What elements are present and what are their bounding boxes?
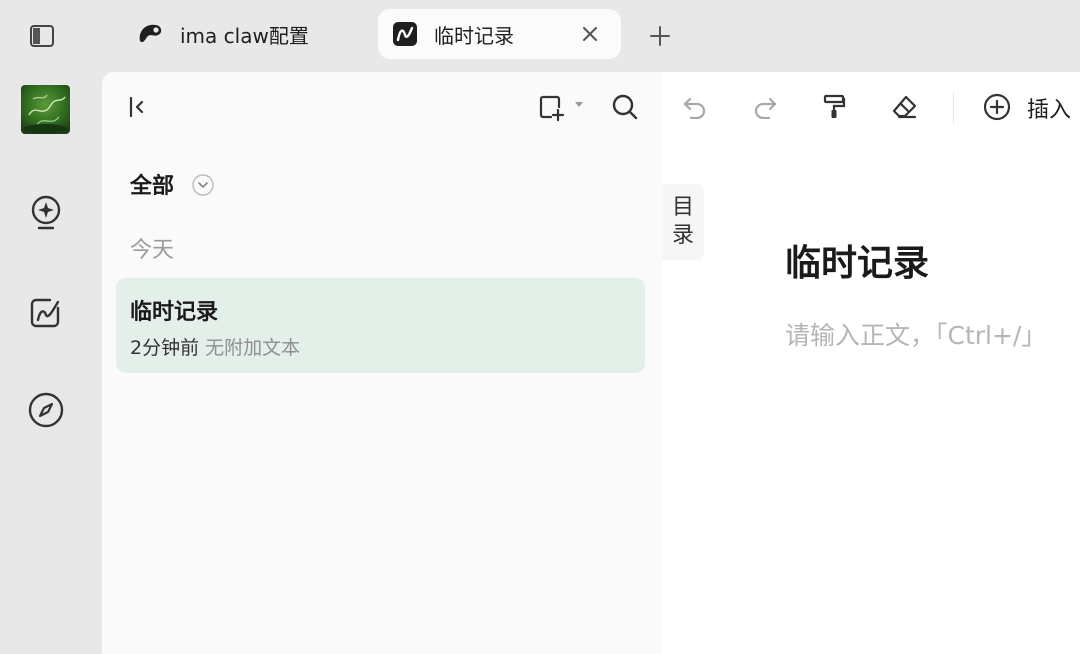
filter-label: 全部 <box>130 174 175 199</box>
toolbar-divider <box>953 92 954 124</box>
ima-logo-icon <box>136 21 164 47</box>
note-edit-icon[interactable] <box>27 293 65 331</box>
lightbulb-icon[interactable] <box>27 193 65 235</box>
filter-dropdown[interactable]: 全部 <box>130 168 174 200</box>
note-time: 2分钟前 <box>130 337 200 359</box>
avatar[interactable] <box>21 85 70 134</box>
note-list-item[interactable]: 临时记录 2分钟前 无附加文本 <box>116 278 645 373</box>
note-meta: 2分钟前 无附加文本 <box>130 333 300 360</box>
note-app-icon <box>392 21 418 47</box>
redo-icon[interactable] <box>750 92 780 122</box>
tab-temp-notes[interactable]: 临时记录 <box>378 9 621 59</box>
plus-icon[interactable] <box>646 22 674 50</box>
tab-label: ima claw配置 <box>180 23 309 48</box>
notes-sidebar: 全部 今天 临时记录 2分钟前 无附加文本 <box>102 72 662 654</box>
eraser-icon[interactable] <box>888 92 920 122</box>
chevron-down-icon[interactable] <box>191 173 215 197</box>
toc-label: 目 <box>671 195 694 220</box>
collapse-sidebar-icon[interactable] <box>124 94 150 120</box>
plus-circle-icon[interactable] <box>982 92 1012 122</box>
document-title[interactable]: 临时记录 <box>785 234 929 286</box>
search-icon[interactable] <box>610 92 640 122</box>
tab-ima-claw[interactable]: ima claw配置 <box>122 9 362 59</box>
new-note-icon[interactable] <box>536 92 588 122</box>
note-title: 临时记录 <box>130 300 219 325</box>
section-header-today: 今天 <box>130 238 175 263</box>
toc-label: 录 <box>671 223 694 248</box>
sidebar-toggle-icon[interactable] <box>28 22 56 50</box>
document-body-input[interactable]: 请输入正文，「Ctrl+/」 <box>785 316 1046 352</box>
format-painter-icon[interactable] <box>819 92 849 122</box>
compass-icon[interactable] <box>26 390 66 430</box>
editor-panel: 插入 目 录 临时记录 请输入正文，「Ctrl+/」 <box>662 72 1080 654</box>
tab-label: 临时记录 <box>434 23 514 48</box>
toc-toggle[interactable]: 目 录 <box>662 184 704 260</box>
undo-icon[interactable] <box>680 92 710 122</box>
insert-button[interactable]: 插入 <box>1027 92 1071 124</box>
note-preview: 无附加文本 <box>205 337 301 359</box>
close-icon[interactable] <box>578 22 602 46</box>
